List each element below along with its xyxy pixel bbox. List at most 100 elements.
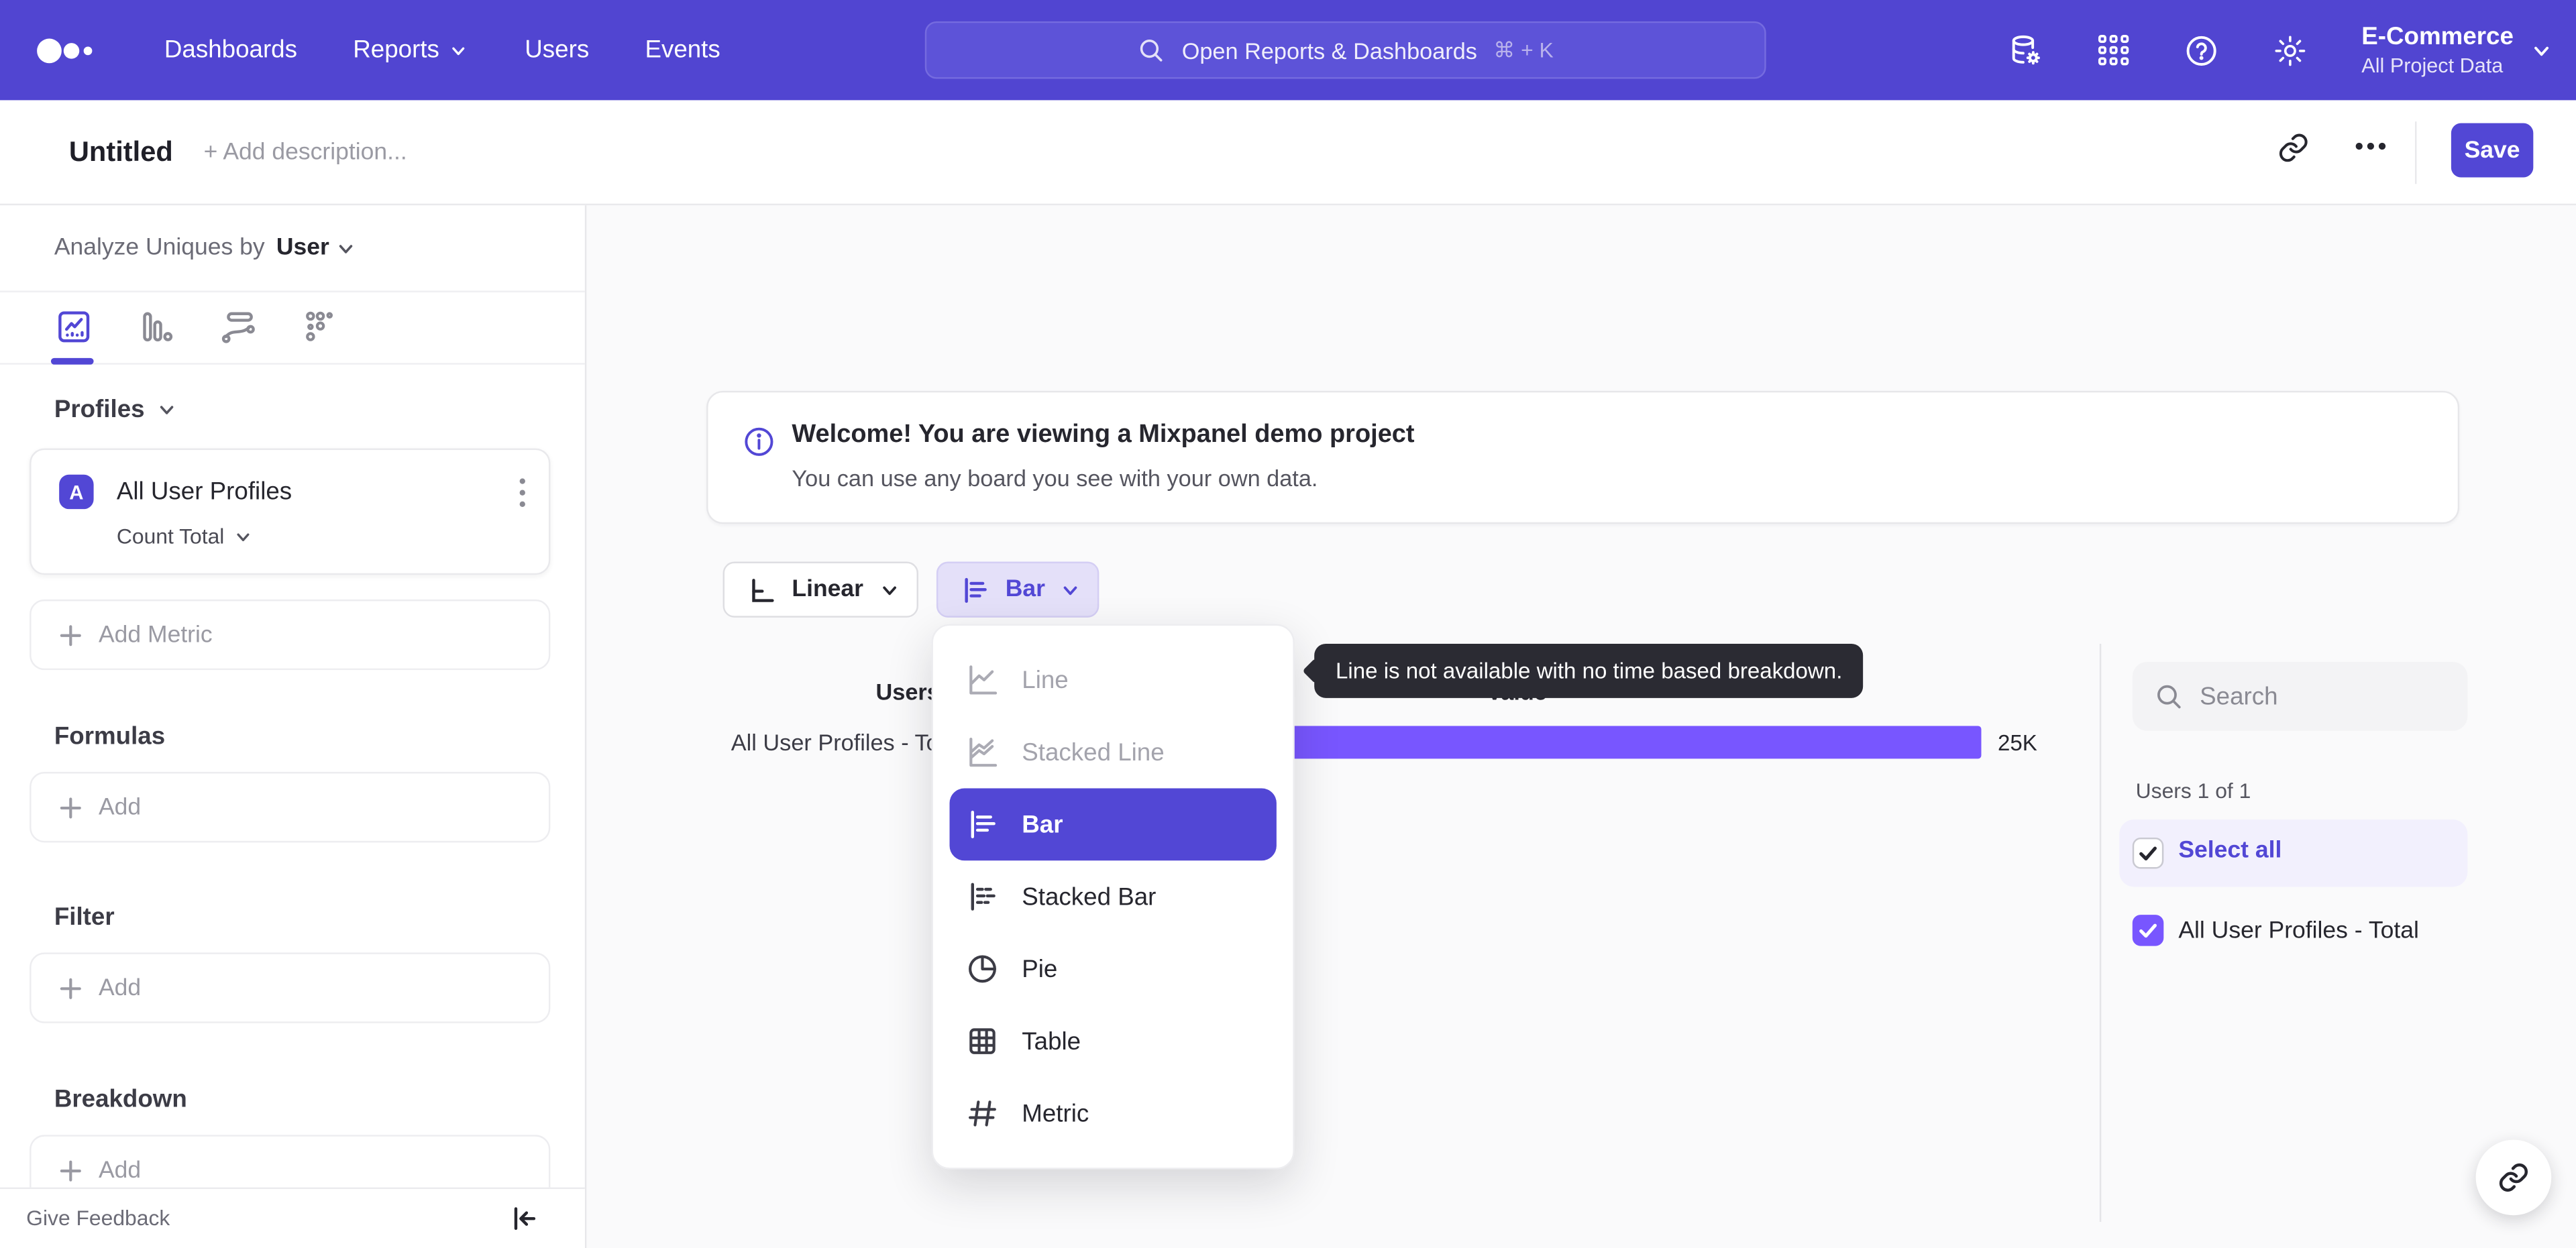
line-disabled-tooltip: Line is not available with no time based… [1302, 644, 1864, 698]
search-icon [1140, 39, 1163, 62]
nav-events-label: Events [645, 36, 720, 64]
more-options-icon[interactable] [2353, 139, 2389, 153]
tooltip-text: Line is not available with no time based… [1314, 644, 1864, 698]
menu-item-stacked-line-label: Stacked Line [1022, 738, 1165, 767]
project-name: E-Commerce [2361, 23, 2514, 51]
menu-item-table[interactable]: Table [933, 1005, 1293, 1078]
menu-item-line-label: Line [1022, 666, 1069, 694]
nav-right-cluster: E-Commerce All Project Data [2008, 0, 2553, 100]
menu-item-pie[interactable]: Pie [933, 933, 1293, 1005]
nav-dashboards-label: Dashboards [164, 36, 297, 64]
menu-item-metric[interactable]: Metric [933, 1078, 1293, 1150]
legend-search-input[interactable] [2200, 682, 2447, 711]
query-builder-sidebar: Analyze Uniques by User Profiles A All U… [0, 205, 587, 1248]
table-icon [969, 1028, 996, 1054]
project-scope: All Project Data [2361, 54, 2504, 78]
menu-item-bar[interactable]: Bar [949, 788, 1277, 861]
report-description-placeholder[interactable]: + Add description... [204, 139, 407, 166]
legend-item-checkbox[interactable] [2132, 915, 2164, 946]
share-link-fab[interactable] [2475, 1139, 2552, 1216]
line-chart-icon [969, 665, 998, 695]
tab-insights-icon[interactable] [54, 307, 94, 347]
mixpanel-app: Dashboards Reports Users Events Open Rep… [0, 0, 2576, 1248]
analyze-label: Analyze Uniques by [54, 235, 265, 262]
breakdown-title-label: Breakdown [54, 1085, 187, 1114]
metric-hash-icon [969, 1100, 996, 1127]
bar-row-label: All User Profiles - Total [731, 729, 963, 756]
add-formula-label: Add [98, 794, 142, 821]
select-all-label: Select all [2178, 837, 2282, 864]
settings-gear-icon[interactable] [2273, 32, 2309, 68]
stacked-bar-chart-icon [971, 883, 996, 911]
tab-retention-icon[interactable] [301, 307, 340, 347]
global-search-placeholder: Open Reports & Dashboards [1181, 37, 1477, 64]
select-all-checkbox[interactable] [2132, 837, 2164, 869]
analyze-row: Analyze Uniques by User [0, 205, 585, 292]
menu-item-stacked-line[interactable]: Stacked Line [933, 716, 1293, 789]
formulas-section-title: Formulas [54, 723, 165, 751]
profiles-section-title[interactable]: Profiles [54, 396, 178, 424]
chart-type-menu: Line Stacked Line Bar Stacked Bar Pie Ta… [931, 624, 1295, 1170]
collapse-sidebar-icon[interactable] [508, 1202, 541, 1235]
metric-badge: A [59, 474, 94, 510]
chart-column-header-users: Users [875, 678, 940, 705]
legend-divider [2099, 644, 2102, 1223]
metric-name: All User Profiles [116, 477, 292, 506]
project-info: E-Commerce All Project Data [2361, 23, 2514, 77]
report-header: Untitled + Add description... Save [0, 100, 2576, 206]
add-breakdown-label: Add [98, 1157, 142, 1184]
metric-aggregation-dropdown[interactable]: Count Total [117, 524, 252, 549]
add-filter-button[interactable]: Add [30, 952, 551, 1023]
nav-reports[interactable]: Reports [353, 36, 469, 64]
metric-kebab-icon[interactable] [517, 476, 527, 509]
analyze-entity-value: User [276, 235, 329, 262]
nav-reports-label: Reports [353, 36, 439, 64]
help-icon[interactable] [2184, 32, 2220, 68]
legend-count: Users 1 of 1 [2135, 778, 2251, 803]
tab-flows-icon[interactable] [219, 307, 258, 347]
project-switcher[interactable]: E-Commerce All Project Data [2361, 23, 2553, 77]
sidebar-footer: Give Feedback [0, 1187, 585, 1248]
save-button[interactable]: Save [2451, 123, 2534, 178]
global-search-button[interactable]: Open Reports & Dashboards ⌘ + K [924, 21, 1766, 79]
mixpanel-logo-icon[interactable] [36, 36, 99, 65]
active-tab-underline [50, 357, 94, 365]
add-formula-button[interactable]: Add [30, 772, 551, 843]
plus-icon [60, 977, 81, 999]
chevron-down-icon [453, 46, 466, 54]
search-shortcut: ⌘ + K [1493, 37, 1554, 62]
plus-icon [60, 1159, 81, 1181]
apps-grid-icon[interactable] [2097, 33, 2131, 67]
report-title[interactable]: Untitled [69, 136, 173, 169]
menu-item-pie-label: Pie [1022, 955, 1058, 983]
menu-item-stacked-bar-label: Stacked Bar [1022, 883, 1157, 911]
top-nav: Dashboards Reports Users Events Open Rep… [0, 0, 2576, 101]
copy-link-icon[interactable] [2277, 131, 2310, 164]
analyze-entity-dropdown[interactable]: User [276, 235, 358, 261]
nav-dashboards[interactable]: Dashboards [164, 36, 297, 64]
add-metric-label: Add Metric [98, 621, 213, 648]
filter-title-label: Filter [54, 903, 115, 931]
menu-item-line[interactable]: Line [933, 644, 1293, 716]
give-feedback-link[interactable]: Give Feedback [26, 1206, 170, 1231]
report-type-tabs [0, 292, 585, 365]
legend-item-label: All User Profiles - Total [2178, 917, 2419, 945]
select-all-row[interactable]: Select all [2119, 819, 2468, 887]
data-management-icon[interactable] [2008, 32, 2045, 68]
menu-item-stacked-bar[interactable]: Stacked Bar [933, 860, 1293, 933]
pie-chart-icon [969, 955, 996, 983]
legend-search[interactable] [2132, 661, 2468, 731]
add-metric-button[interactable]: Add Metric [30, 599, 551, 671]
metric-card[interactable]: A All User Profiles Count Total [30, 448, 551, 575]
stacked-line-chart-icon [969, 737, 998, 767]
header-divider [2415, 121, 2417, 184]
legend-item-row[interactable]: All User Profiles - Total [2119, 900, 2467, 962]
chevron-down-icon [2534, 46, 2549, 55]
nav-events[interactable]: Events [645, 36, 720, 64]
tab-funnels-icon[interactable] [136, 307, 176, 347]
add-filter-label: Add [98, 974, 142, 1001]
formulas-title-label: Formulas [54, 722, 166, 751]
search-icon [2157, 685, 2181, 709]
nav-users[interactable]: Users [525, 36, 589, 64]
menu-item-table-label: Table [1022, 1027, 1081, 1056]
